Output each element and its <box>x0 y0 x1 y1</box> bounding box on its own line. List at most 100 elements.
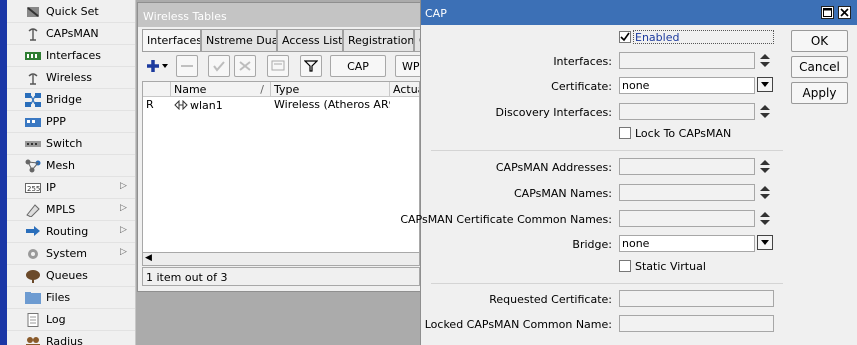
capsman-addresses-field[interactable] <box>619 158 755 175</box>
cap-button[interactable]: CAP <box>330 55 386 77</box>
mpls-icon <box>25 203 41 217</box>
add-icon <box>147 60 168 72</box>
enable-button[interactable] <box>208 55 230 77</box>
x-icon <box>239 61 251 71</box>
chevron-down-icon <box>761 240 769 245</box>
capsman-names-updown-icon[interactable] <box>760 186 770 200</box>
sidebar-item-capsman[interactable]: CAPsMAN <box>7 23 135 45</box>
sidebar-item-quick-set[interactable]: Quick Set <box>7 1 135 23</box>
interfaces-table: Name / Type Actua R wlan1 Wireless (Athe… <box>142 81 420 265</box>
tab-interfaces[interactable]: Interfaces <box>142 29 201 52</box>
comment-icon <box>271 60 285 71</box>
sidebar-item-switch[interactable]: Switch <box>7 133 135 155</box>
status-bar: 1 item out of 3 <box>142 267 420 286</box>
wireless-tables-window: Wireless Tables Interfaces Nstreme Dual … <box>137 2 425 292</box>
sidebar-item-ppp[interactable]: PPP <box>7 111 135 133</box>
capsman-icon <box>25 27 41 41</box>
certificate-dropdown-button[interactable] <box>757 77 773 92</box>
cap-dialog: CAP Enabled Interfaces: Certificate: non… <box>400 0 857 345</box>
interfaces-icon <box>25 49 41 63</box>
radius-icon <box>25 335 41 345</box>
submenu-arrow-icon: ▷ <box>120 181 127 191</box>
enabled-label[interactable]: Enabled <box>633 30 774 44</box>
sidebar-item-files[interactable]: Files <box>7 287 135 309</box>
static-virtual-checkbox[interactable] <box>619 260 631 272</box>
sidebar-item-routing[interactable]: Routing ▷ <box>7 221 135 243</box>
submenu-arrow-icon: ▷ <box>120 247 127 257</box>
comment-button[interactable] <box>267 55 289 77</box>
tab-nstreme-dual[interactable]: Nstreme Dual <box>201 29 277 51</box>
column-header-flag[interactable] <box>143 82 171 97</box>
ppp-icon <box>25 115 41 129</box>
sidebar-item-log[interactable]: Log <box>7 309 135 331</box>
sidebar-item-system[interactable]: System ▷ <box>7 243 135 265</box>
wireless-tables-toolbar: CAP WP <box>142 51 425 79</box>
apply-button[interactable]: Apply <box>791 82 848 104</box>
routing-icon <box>25 225 41 239</box>
filter-icon <box>304 60 318 72</box>
discovery-interfaces-field[interactable] <box>619 103 755 120</box>
bridge-icon <box>25 92 41 107</box>
sidebar-item-mpls[interactable]: MPLS ▷ <box>7 199 135 221</box>
queues-icon <box>25 269 41 283</box>
cap-title: CAP <box>425 7 447 20</box>
cap-titlebar[interactable]: CAP <box>421 0 857 25</box>
chevron-down-icon <box>761 82 769 87</box>
bridge-label: Bridge: <box>572 238 612 251</box>
disable-button[interactable] <box>234 55 256 77</box>
capsman-cert-cn-updown-icon[interactable] <box>760 212 770 226</box>
tab-registration[interactable]: Registration <box>343 29 414 51</box>
sidebar-item-ip[interactable]: 255 IP ▷ <box>7 177 135 199</box>
column-header-name[interactable]: Name / <box>171 82 271 97</box>
minus-icon <box>181 65 193 67</box>
certificate-select[interactable]: none <box>619 77 755 94</box>
capsman-cert-cn-label: CAPsMAN Certificate Common Names: <box>400 213 612 226</box>
wireless-icon <box>25 71 41 85</box>
sidebar-item-wireless[interactable]: Wireless <box>7 67 135 89</box>
quick-set-icon <box>25 5 41 19</box>
wireless-tables-titlebar[interactable]: Wireless Tables <box>138 3 420 27</box>
discovery-updown-icon[interactable] <box>760 105 770 119</box>
capsman-names-label: CAPsMAN Names: <box>513 187 612 200</box>
scroll-left-icon[interactable]: ◀ <box>145 253 152 263</box>
mesh-icon <box>25 159 41 173</box>
sidebar-item-queues[interactable]: Queues <box>7 265 135 287</box>
column-header-type[interactable]: Type <box>271 82 390 97</box>
checkmark-icon <box>620 32 630 42</box>
close-icon <box>840 8 849 17</box>
filter-button[interactable] <box>300 55 322 77</box>
sidebar-item-bridge[interactable]: Bridge <box>7 89 135 111</box>
certificate-label: Certificate: <box>551 80 612 93</box>
sidebar-menu: Quick Set CAPsMAN Interfaces Wireless Br… <box>7 0 136 345</box>
capsman-addresses-updown-icon[interactable] <box>760 160 770 174</box>
interfaces-updown-icon[interactable] <box>760 54 770 68</box>
sidebar-item-interfaces[interactable]: Interfaces <box>7 45 135 67</box>
log-icon <box>25 312 41 327</box>
horizontal-scrollbar[interactable]: ◀ <box>142 252 420 266</box>
column-header-actual[interactable]: Actua <box>390 82 419 97</box>
maximize-button[interactable] <box>821 6 834 19</box>
add-button[interactable] <box>144 55 172 77</box>
capsman-cert-cn-field[interactable] <box>619 210 755 227</box>
ok-button[interactable]: OK <box>791 30 848 52</box>
folder-icon <box>25 291 41 305</box>
bridge-select[interactable]: none <box>619 235 755 252</box>
sidebar-item-radius[interactable]: Radius <box>7 331 135 345</box>
row-name: wlan1 <box>171 98 271 112</box>
static-virtual-label: Static Virtual <box>635 260 706 273</box>
interfaces-field[interactable] <box>619 52 755 69</box>
submenu-arrow-icon: ▷ <box>120 225 127 235</box>
requested-certificate-field <box>619 290 774 307</box>
lock-to-capsman-checkbox[interactable] <box>619 127 631 139</box>
tab-access-list[interactable]: Access List <box>277 29 343 51</box>
requested-certificate-label: Requested Certificate: <box>489 293 612 306</box>
sort-indicator-icon: / <box>260 83 264 96</box>
close-button[interactable] <box>838 6 851 19</box>
section-divider <box>431 150 783 151</box>
cancel-button[interactable]: Cancel <box>791 56 848 78</box>
sidebar-item-mesh[interactable]: Mesh <box>7 155 135 177</box>
enabled-checkbox[interactable] <box>619 31 631 43</box>
bridge-dropdown-button[interactable] <box>757 235 773 250</box>
capsman-names-field[interactable] <box>619 184 755 201</box>
remove-button[interactable] <box>176 55 198 77</box>
